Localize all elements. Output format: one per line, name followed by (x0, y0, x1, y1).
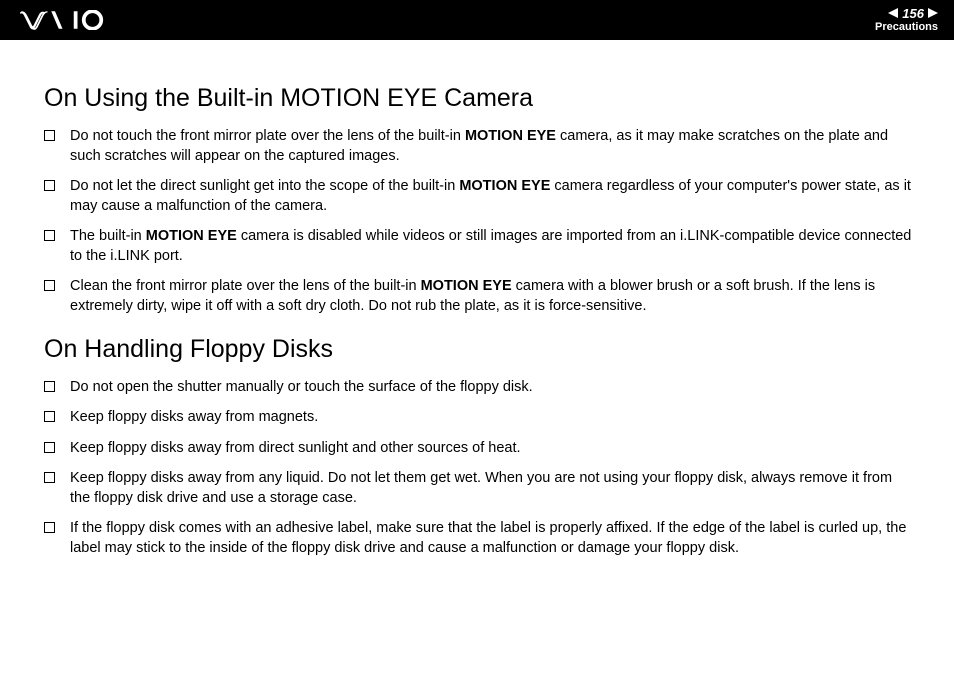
list-item: Do not touch the front mirror plate over… (44, 127, 916, 166)
square-bullet-icon (44, 442, 55, 453)
square-bullet-icon (44, 411, 55, 422)
page-navigator: 156 (888, 6, 938, 22)
page-number: 156 (902, 6, 924, 22)
prev-page-arrow-icon[interactable] (888, 8, 898, 18)
list-motion-eye: Do not touch the front mirror plate over… (44, 127, 916, 317)
square-bullet-icon (44, 230, 55, 241)
header-right: 156 Precautions (875, 6, 938, 35)
list-item: Do not let the direct sunlight get into … (44, 177, 916, 216)
list-item: Keep floppy disks away from magnets. (44, 408, 916, 428)
list-floppy: Do not open the shutter manually or touc… (44, 378, 916, 559)
heading-motion-eye: On Using the Built-in MOTION EYE Camera (44, 84, 916, 113)
page-content: On Using the Built-in MOTION EYE Camera … (0, 40, 954, 558)
square-bullet-icon (44, 280, 55, 291)
square-bullet-icon (44, 180, 55, 191)
vaio-logo (20, 10, 120, 30)
list-item: Clean the front mirror plate over the le… (44, 277, 916, 316)
list-item: If the floppy disk comes with an adhesiv… (44, 519, 916, 558)
section-label: Precautions (875, 21, 938, 34)
square-bullet-icon (44, 472, 55, 483)
square-bullet-icon (44, 522, 55, 533)
header-bar: 156 Precautions (0, 0, 954, 40)
square-bullet-icon (44, 130, 55, 141)
square-bullet-icon (44, 381, 55, 392)
list-item: Keep floppy disks away from direct sunli… (44, 439, 916, 459)
next-page-arrow-icon[interactable] (928, 8, 938, 18)
list-item: Keep floppy disks away from any liquid. … (44, 469, 916, 508)
list-item: Do not open the shutter manually or touc… (44, 378, 916, 398)
list-item: The built-in MOTION EYE camera is disabl… (44, 227, 916, 266)
heading-floppy: On Handling Floppy Disks (44, 335, 916, 364)
